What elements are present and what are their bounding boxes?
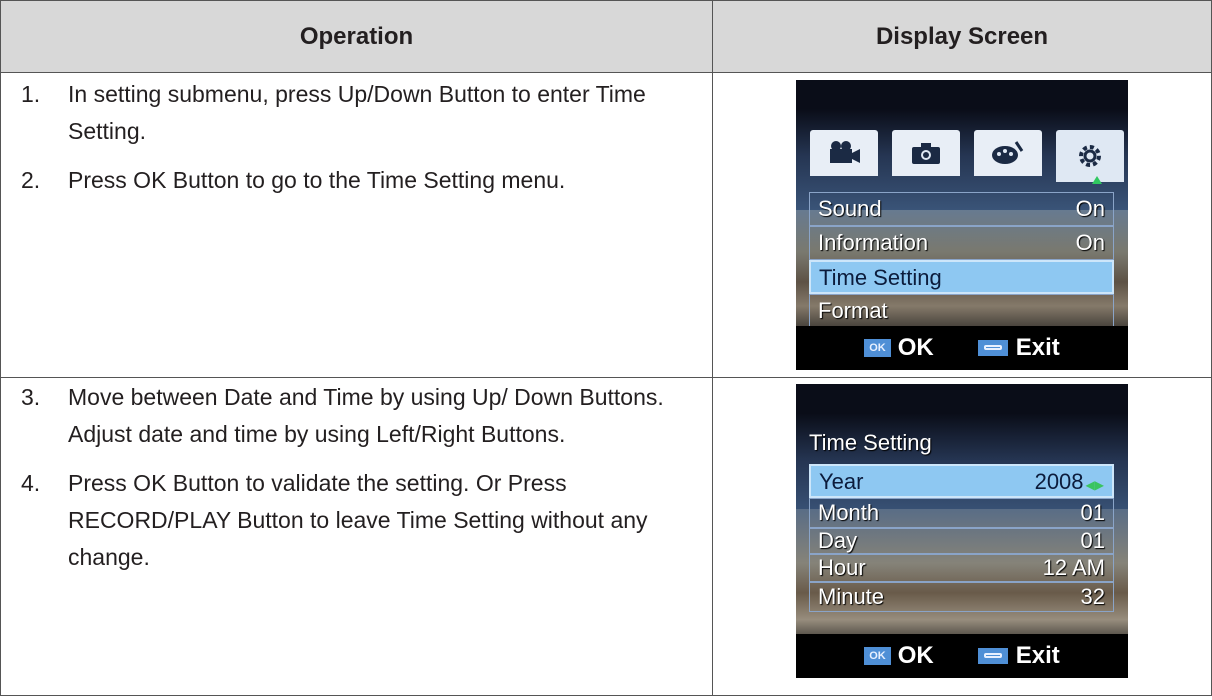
display-screen-cell: Time Setting Year 2008 ◀▶ Month 01 Day 01 — [712, 377, 1212, 696]
camera-screen-settings-menu: Sound On Information On Time Setting For… — [796, 80, 1128, 370]
field-value: 2008 — [1034, 469, 1084, 494]
step-list: 1. In setting submenu, press Up/Down But… — [1, 73, 712, 199]
operation-table: Operation Display Screen 1. In setting s… — [0, 0, 1212, 696]
step-number: 2. — [21, 167, 41, 193]
field-label: Hour — [818, 555, 866, 580]
screen-footer: OK OK Exit — [796, 634, 1128, 678]
step-number: 3. — [21, 384, 41, 410]
exit-label: Exit — [1015, 334, 1060, 361]
menu-item-format[interactable]: Format — [809, 294, 1114, 328]
field-value: 12 AM — [1042, 555, 1105, 580]
selected-tab-marker-icon — [1092, 176, 1102, 184]
display-screen-cell: Sound On Information On Time Setting For… — [712, 72, 1212, 378]
left-right-arrows-icon: ◀▶ — [1085, 478, 1104, 492]
header-row: Operation Display Screen — [0, 0, 1212, 73]
settings-gear-icon — [1056, 130, 1124, 182]
exit-button-icon — [977, 340, 1008, 356]
step-text: Press OK Button to validate the setting.… — [68, 470, 648, 570]
field-label: Month — [818, 500, 880, 525]
step-number: 1. — [21, 81, 41, 107]
exit-label: Exit — [1015, 642, 1060, 669]
field-label: Day — [818, 528, 858, 553]
exit-button-icon — [977, 648, 1008, 664]
field-label: Minute — [818, 584, 885, 609]
menu-item-information[interactable]: Information On — [809, 226, 1114, 260]
step-item: 2. Press OK Button to go to the Time Set… — [1, 162, 712, 199]
ok-button-icon: OK — [864, 647, 891, 665]
header-operation: Operation — [0, 0, 713, 73]
screen-title: Time Setting — [809, 430, 932, 455]
table-row: 1. In setting submenu, press Up/Down But… — [0, 72, 1212, 378]
field-value: 01 — [1080, 500, 1105, 525]
step-number: 4. — [21, 470, 41, 496]
header-display-screen: Display Screen — [712, 0, 1212, 73]
movie-mode-icon — [810, 130, 878, 176]
effect-palette-icon — [974, 130, 1042, 176]
field-value-wrap: 2008 ◀▶ — [1035, 466, 1104, 501]
operation-cell: 3. Move between Date and Time by using U… — [0, 377, 713, 696]
step-text: In setting submenu, press Up/Down Button… — [68, 81, 646, 144]
menu-item-value: On — [1075, 196, 1105, 221]
ok-label: OK — [897, 334, 934, 361]
time-field-minute[interactable]: Minute 32 — [809, 582, 1114, 612]
field-value: 32 — [1080, 584, 1105, 609]
field-value: 01 — [1080, 528, 1105, 553]
step-text: Press OK Button to go to the Time Settin… — [68, 167, 566, 193]
menu-item-sound[interactable]: Sound On — [809, 192, 1114, 226]
camera-screen-time-setting: Time Setting Year 2008 ◀▶ Month 01 Day 01 — [796, 384, 1128, 678]
time-field-hour[interactable]: Hour 12 AM — [809, 554, 1114, 582]
time-field-year[interactable]: Year 2008 ◀▶ — [809, 464, 1114, 498]
step-item: 4. Press OK Button to validate the setti… — [1, 465, 712, 576]
step-item: 1. In setting submenu, press Up/Down But… — [1, 76, 712, 150]
step-list: 3. Move between Date and Time by using U… — [1, 378, 712, 576]
operation-cell: 1. In setting submenu, press Up/Down But… — [0, 72, 713, 378]
ok-label: OK — [897, 642, 934, 669]
time-field-month[interactable]: Month 01 — [809, 498, 1114, 528]
menu-item-label: Format — [818, 298, 888, 323]
menu-item-value: On — [1075, 230, 1105, 255]
screen-footer: OK OK Exit — [796, 326, 1128, 370]
time-field-day[interactable]: Day 01 — [809, 528, 1114, 554]
step-item: 3. Move between Date and Time by using U… — [1, 379, 712, 453]
step-text: Move between Date and Time by using Up/ … — [68, 384, 664, 447]
menu-item-label: Time Setting — [819, 265, 942, 290]
menu-item-label: Sound — [818, 196, 882, 221]
camera-icon — [892, 130, 960, 176]
menu-item-time-setting[interactable]: Time Setting — [809, 260, 1114, 294]
field-label: Year — [819, 469, 864, 494]
mode-tabs — [810, 130, 1124, 182]
menu-item-label: Information — [818, 230, 929, 255]
table-row: 3. Move between Date and Time by using U… — [0, 377, 1212, 696]
ok-button-icon: OK — [864, 339, 891, 357]
